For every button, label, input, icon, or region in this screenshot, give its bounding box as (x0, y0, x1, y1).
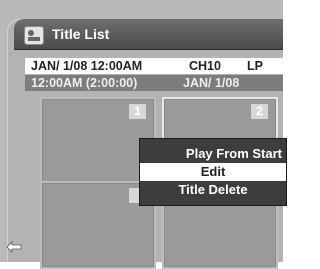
title-number: 1 (129, 104, 146, 119)
recording-mode: LP (247, 59, 263, 73)
title-context-menu: Play From Start Edit Title Delete (139, 138, 287, 206)
title-list-icon (24, 26, 44, 45)
page-title: Title List (52, 26, 110, 42)
title-info-line-1: JAN/ 1/08 12:00AM CH10 LP (25, 58, 283, 74)
menu-item-play-from-start[interactable]: Play From Start (140, 145, 286, 163)
title-info-line-2: 12:00AM (2:00:00) JAN/ 1/08 (25, 75, 283, 91)
menu-item-title-delete[interactable]: Title Delete (140, 181, 286, 199)
left-arrow-icon[interactable] (6, 241, 22, 253)
recording-time-length: 12:00AM (2:00:00) (31, 76, 138, 90)
title-bar: Title List (14, 19, 283, 50)
menu-item-edit[interactable]: Edit (140, 163, 286, 181)
tv-screen: Title List JAN/ 1/08 12:00AM CH10 LP 12:… (0, 0, 287, 269)
channel-label: CH10 (189, 59, 221, 73)
recording-date-time: JAN/ 1/08 12:00AM (31, 59, 143, 73)
title-number: 2 (251, 104, 268, 119)
recording-date: JAN/ 1/08 (183, 76, 240, 90)
